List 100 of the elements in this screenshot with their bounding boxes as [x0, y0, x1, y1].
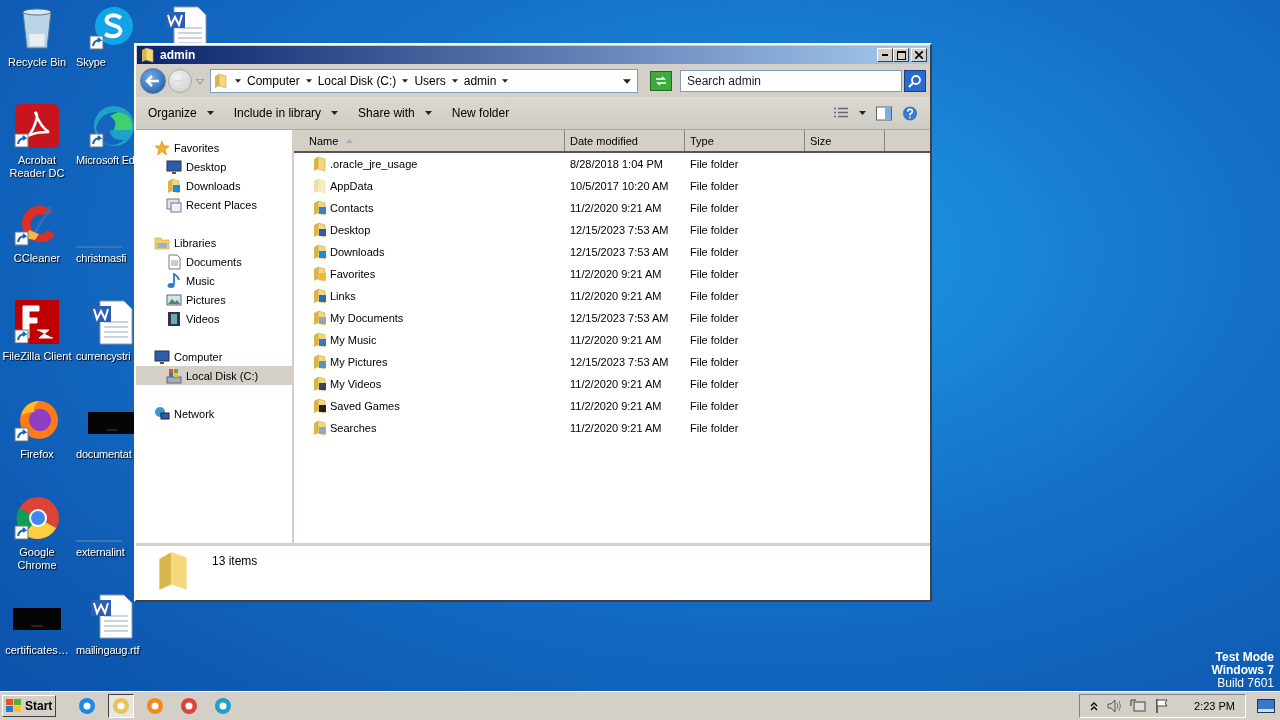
- file-name-cell[interactable]: My Documents: [294, 310, 565, 326]
- chevron-up-icon[interactable]: [1090, 701, 1099, 711]
- toolbar-button[interactable]: Organize: [142, 103, 220, 123]
- date-cell-text: 11/2/2020 9:21 AM: [569, 290, 663, 302]
- search-button[interactable]: [904, 70, 926, 92]
- file-name-cell[interactable]: Desktop: [294, 222, 565, 238]
- file-name-cell[interactable]: Favorites: [294, 266, 565, 282]
- breadcrumb-link[interactable]: admin: [463, 74, 497, 88]
- desktop-icon-label[interactable]: mailingaug.rtf: [76, 644, 140, 657]
- file-name-cell[interactable]: .oracle_jre_usage: [294, 156, 565, 172]
- acrobat-icon: [13, 102, 61, 150]
- desktop-icon-label[interactable]: Recycle Bin: [1, 56, 73, 69]
- file-name-cell[interactable]: My Pictures: [294, 354, 565, 370]
- drive-icon: [166, 367, 182, 384]
- navigation-item[interactable]: Network: [136, 404, 292, 423]
- close-button[interactable]: [911, 48, 927, 62]
- file-name-cell[interactable]: Searches: [294, 420, 565, 436]
- type-cell-text: File folder: [689, 356, 740, 368]
- speaker-icon[interactable]: [1106, 698, 1123, 714]
- item-count: 13 items: [212, 554, 258, 568]
- word-document-icon: [88, 592, 136, 640]
- date-cell-text: 11/2/2020 9:21 AM: [569, 400, 663, 412]
- close-icon: [915, 51, 923, 59]
- desktop-icon-label[interactable]: Acrobat Reader DC: [1, 154, 73, 180]
- navigation-item[interactable]: Videos: [136, 309, 292, 328]
- navigation-item[interactable]: Desktop: [136, 157, 292, 176]
- back-button[interactable]: [140, 68, 166, 94]
- monitor-icon: [166, 158, 182, 175]
- windows-logo-icon: [6, 699, 22, 713]
- desktop-icon-label[interactable]: Firefox: [1, 448, 73, 461]
- monitor-icon: [154, 348, 170, 365]
- file-name-cell[interactable]: Contacts: [294, 200, 565, 216]
- clock[interactable]: 2:23 PM: [1194, 700, 1235, 712]
- date-cell-text: 8/28/2018 1:04 PM: [569, 158, 664, 170]
- desktop-icon-label[interactable]: christmasfi: [76, 252, 127, 265]
- type-cell-text: File folder: [689, 224, 740, 236]
- monitor-icon: [1257, 699, 1275, 713]
- navigation-item[interactable]: Music: [136, 271, 292, 290]
- date-cell-text: 11/2/2020 9:21 AM: [569, 202, 663, 214]
- file-name-cell[interactable]: My Videos: [294, 376, 565, 392]
- desktop-icon-label[interactable]: Microsoft Ed: [76, 154, 135, 167]
- date-cell-text: 10/5/2017 10:20 AM: [569, 180, 670, 192]
- navigation-item[interactable]: Downloads: [136, 176, 292, 195]
- address-bar[interactable]: Computer Local Disk (C:) Users admin: [210, 69, 638, 93]
- help-icon[interactable]: [902, 105, 918, 121]
- dropdown-caret-icon[interactable]: [623, 78, 631, 84]
- navigation-item[interactable]: Computer: [136, 347, 292, 366]
- sort-arrow-icon: [346, 138, 354, 143]
- desktop-icon-label[interactable]: FileZilla Client: [1, 350, 73, 363]
- network-icon[interactable]: [1130, 698, 1147, 714]
- navigation-item[interactable]: Documents: [136, 252, 292, 271]
- navigation-item[interactable]: Recent Places: [136, 195, 292, 214]
- file-name-cell[interactable]: My Music: [294, 332, 565, 348]
- caret-icon[interactable]: [502, 79, 509, 83]
- column-header[interactable]: Size: [805, 130, 885, 151]
- refresh-button[interactable]: [650, 71, 672, 91]
- breadcrumb-link[interactable]: Local Disk (C:): [317, 74, 397, 88]
- toolbar-button[interactable]: Include in library: [227, 103, 345, 123]
- column-header[interactable]: Type: [685, 130, 805, 151]
- breadcrumb-link[interactable]: Users: [414, 74, 446, 88]
- date-cell-text: 11/2/2020 9:21 AM: [569, 268, 663, 280]
- type-cell-text: File folder: [689, 268, 740, 280]
- taskbar-app-button[interactable]: [108, 694, 135, 718]
- column-header[interactable]: Date modified: [565, 130, 685, 151]
- date-cell-text: 12/15/2023 7:53 AM: [569, 246, 670, 258]
- start-button[interactable]: Start: [2, 695, 57, 717]
- minimize-button[interactable]: [877, 48, 893, 62]
- back-arrow-icon: [145, 73, 161, 89]
- recent-places-icon: [166, 196, 182, 213]
- desktop-icon-label[interactable]: certificates…: [1, 644, 73, 657]
- desktop-icon-label[interactable]: externalint: [76, 546, 125, 559]
- date-cell-text: 12/15/2023 7:53 AM: [569, 356, 670, 368]
- desktop-icon-label[interactable]: CCleaner: [1, 252, 73, 265]
- desktop-icon-label[interactable]: currencystri: [76, 350, 131, 363]
- caret-icon[interactable]: [235, 79, 241, 83]
- navigation-item[interactable]: Favorites: [136, 138, 292, 157]
- line-icon: [76, 246, 122, 248]
- preview-pane-icon[interactable]: [876, 105, 892, 121]
- flag-icon[interactable]: [1154, 698, 1171, 714]
- navigation-item[interactable]: Pictures: [136, 290, 292, 309]
- file-name-cell[interactable]: Links: [294, 288, 565, 304]
- caret-icon[interactable]: [451, 79, 458, 83]
- desktop-icon-label[interactable]: Google Chrome: [1, 546, 73, 572]
- desktop-icon-label[interactable]: Skype: [76, 56, 106, 69]
- file-name-cell[interactable]: AppData: [294, 178, 565, 194]
- caret-icon[interactable]: [859, 111, 866, 115]
- type-cell-text: File folder: [689, 334, 740, 346]
- navigation-item[interactable]: Local Disk (C:): [136, 366, 292, 385]
- file-name-cell[interactable]: Downloads: [294, 244, 565, 260]
- file-name-cell[interactable]: Saved Games: [294, 398, 565, 414]
- desktop-icon-label[interactable]: documentat: [76, 448, 132, 461]
- caret-icon[interactable]: [305, 79, 312, 83]
- breadcrumb-link[interactable]: Computer: [247, 74, 300, 88]
- maximize-button[interactable]: [893, 48, 909, 62]
- column-header[interactable]: Name: [294, 130, 565, 151]
- caret-icon[interactable]: [402, 79, 409, 83]
- toolbar-button[interactable]: Share with: [352, 103, 438, 123]
- navigation-item[interactable]: Libraries: [136, 233, 292, 252]
- toolbar-button[interactable]: New folder: [445, 103, 516, 123]
- search-field[interactable]: Search admin: [680, 70, 902, 92]
